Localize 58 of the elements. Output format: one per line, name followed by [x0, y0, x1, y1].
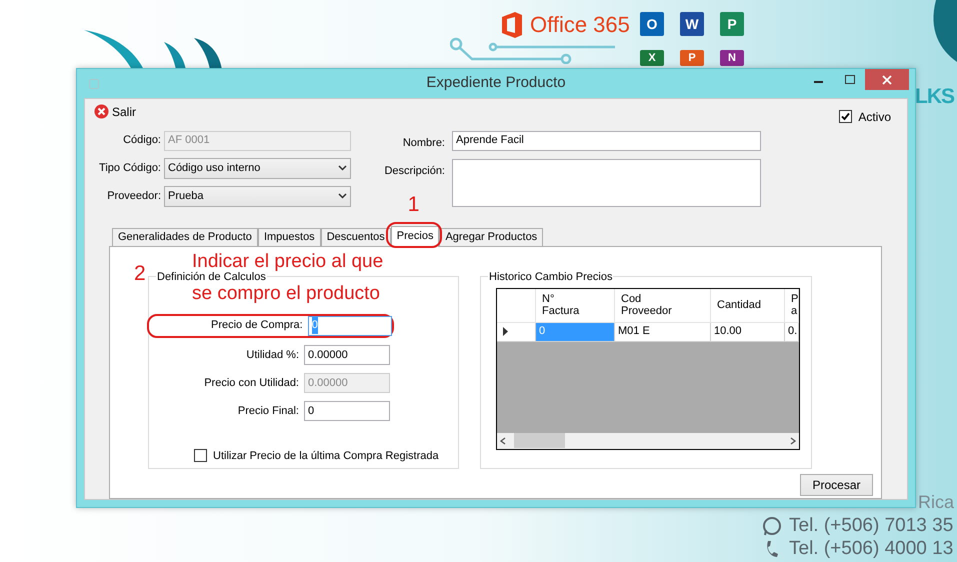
annotation-text: Indicar el precio al que [192, 252, 384, 271]
dropdown-caret-icon [338, 165, 347, 172]
column-header[interactable]: N° Factura [536, 288, 615, 322]
office-logo-text: Office 365 [530, 14, 630, 36]
app-icon [89, 78, 99, 88]
input-field[interactable]: 0 [304, 401, 390, 422]
tab[interactable]: Precios [390, 226, 440, 247]
column-header[interactable]: Cantidad [711, 288, 785, 322]
checkbox[interactable] [194, 449, 207, 462]
process-button[interactable]: Procesar [800, 474, 873, 496]
app-icon[interactable]: O [640, 12, 664, 36]
brand-text: LKS [915, 86, 954, 107]
checkbox-label: Activo [858, 108, 891, 126]
dropdown-caret-icon [338, 193, 347, 200]
tab[interactable]: Agregar Productos [439, 228, 544, 246]
scrollbar-thumb[interactable] [514, 433, 565, 448]
column-header[interactable]: Cod Proveedor [615, 288, 711, 322]
scroll-right-icon[interactable] [790, 436, 796, 445]
field-label: Utilidad %: [245, 348, 299, 363]
table-cell[interactable]: 0. [785, 322, 799, 341]
field-label: Precio con Utilidad: [203, 376, 299, 391]
window-title: Expediente Producto [426, 73, 566, 94]
input-field[interactable]: 0.00000 [304, 345, 390, 366]
close-circle-icon [94, 104, 109, 120]
address-text: Rica [918, 493, 954, 511]
phone-text: Tel. (+506) 7013 35 [789, 516, 954, 536]
close-button[interactable] [865, 69, 909, 90]
app-icon[interactable]: X [640, 50, 664, 66]
dropdown-field[interactable]: Prueba [164, 186, 351, 207]
phone-text: Tel. (+506) 4000 13 [789, 539, 954, 559]
tab[interactable]: Descuentos [320, 228, 391, 246]
annotation-number: 2 [134, 262, 146, 284]
app-icon[interactable]: N [720, 50, 744, 66]
checkbox-label: Utilizar Precio de la última Compra Registrada [213, 448, 439, 464]
field-label: Proveedor: [106, 188, 161, 204]
app-icon[interactable]: P [680, 50, 704, 66]
app-icon[interactable]: W [680, 12, 704, 36]
column-header[interactable]: P a [785, 288, 799, 322]
dropdown-field[interactable]: Código uso interno [164, 158, 351, 179]
office-logo-icon [500, 12, 524, 38]
input-field[interactable]: Aprende Facil [452, 130, 761, 151]
horizontal-scrollbar[interactable] [497, 432, 799, 449]
scroll-left-icon[interactable] [500, 436, 506, 445]
field-label: Nombre: [402, 136, 445, 151]
field-label: Código: [122, 133, 161, 148]
tab[interactable]: Generalidades de Producto [112, 228, 258, 246]
annotation-text: se compro el producto [192, 284, 380, 303]
field-label: Tipo Código: [98, 160, 161, 176]
field-label: Descripción: [383, 164, 445, 180]
field-label: Precio Final: [236, 404, 299, 419]
exit-button[interactable]: Salir [94, 102, 136, 121]
field-label: Precio de Compra: [210, 318, 303, 334]
active-checkbox[interactable] [839, 110, 852, 124]
close-icon [882, 74, 892, 84]
annotation-number: 1 [408, 194, 420, 215]
tab[interactable]: Impuestos [258, 228, 321, 246]
app-icon[interactable]: P [720, 12, 744, 36]
chat-bubble-icon [762, 516, 782, 536]
